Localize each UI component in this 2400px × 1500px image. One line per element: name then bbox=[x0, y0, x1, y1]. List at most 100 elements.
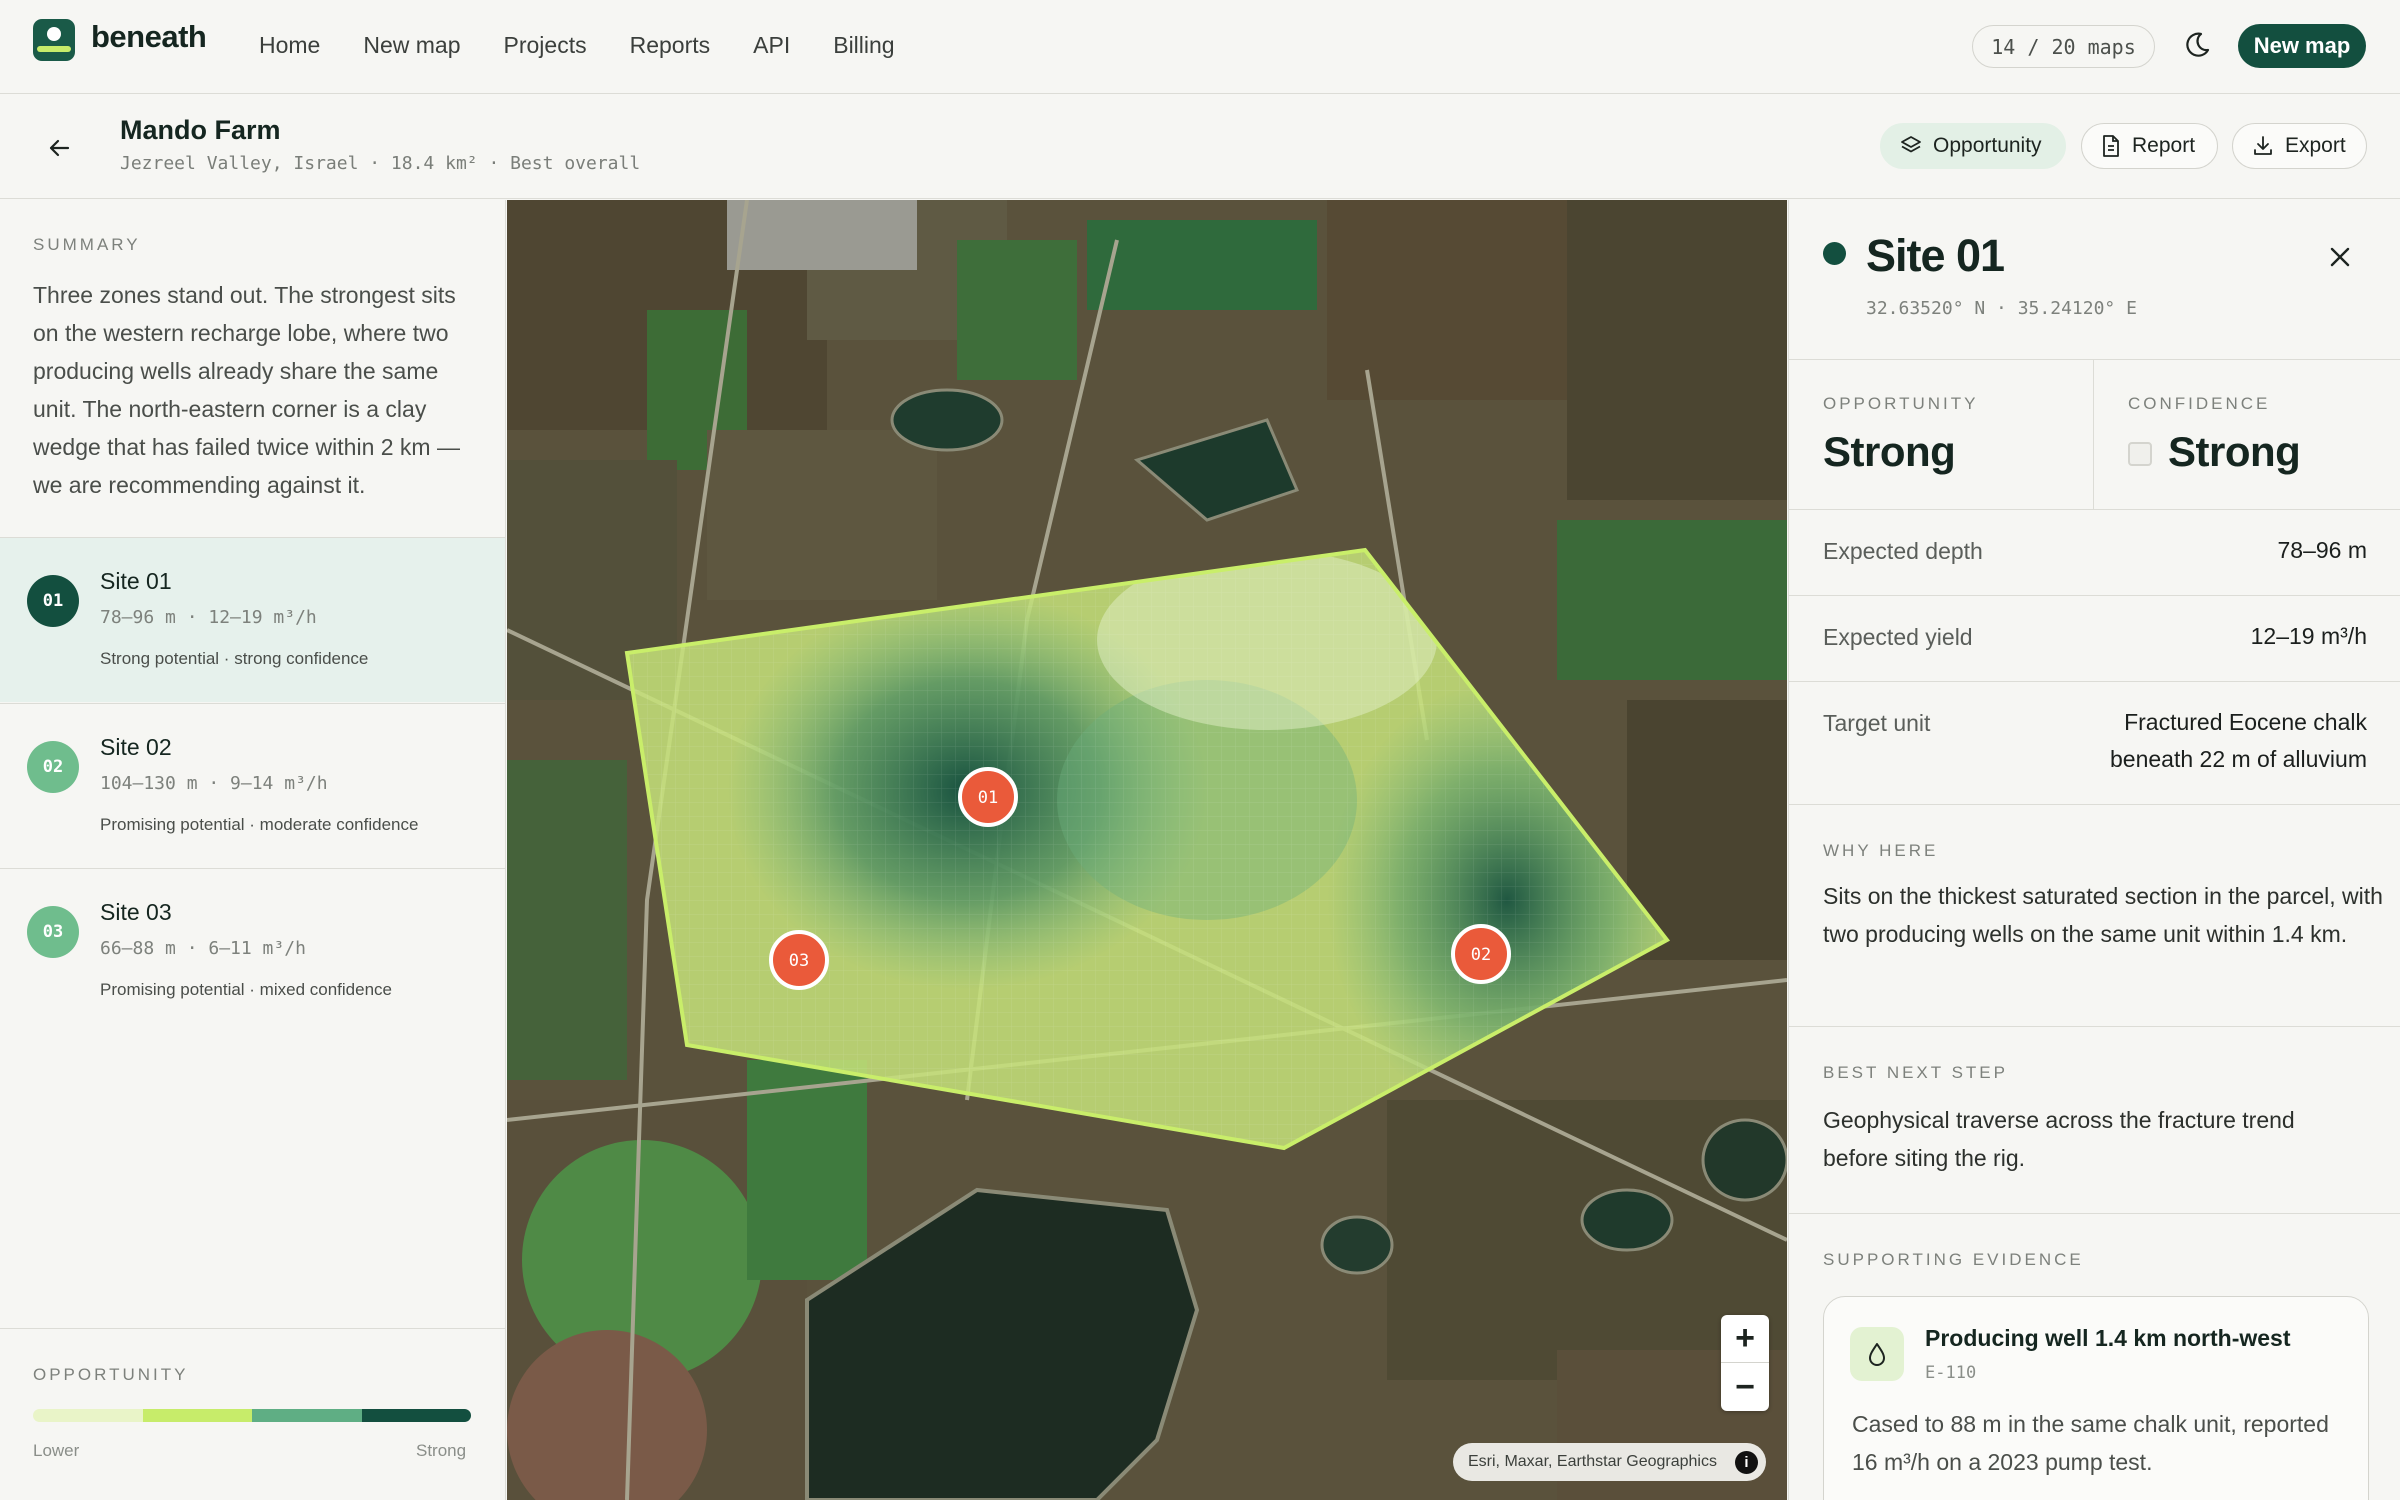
nav-link-reports[interactable]: Reports bbox=[630, 32, 711, 59]
nav-link-api[interactable]: API bbox=[753, 32, 790, 59]
attribution-text: Esri, Maxar, Earthstar Geographics bbox=[1468, 1453, 1717, 1470]
site-name: Site 02 bbox=[100, 734, 172, 760]
opportunity-rating: OPPORTUNITY Strong bbox=[1789, 360, 2094, 510]
svg-text:01: 01 bbox=[978, 788, 998, 808]
target-unit-line-2: beneath 22 m of alluvium bbox=[2110, 746, 2367, 772]
report-button[interactable]: Report bbox=[2081, 123, 2218, 169]
svg-text:03: 03 bbox=[789, 951, 809, 971]
map-attribution: Esri, Maxar, Earthstar Geographics i bbox=[1453, 1443, 1766, 1481]
site-status-dot bbox=[1823, 242, 1846, 265]
evidence-label: SUPPORTING EVIDENCE bbox=[1823, 1250, 2084, 1269]
satellite-map[interactable]: 01 02 03 + − Esri, Maxar, Earthstar Geog… bbox=[507, 200, 1787, 1500]
site-description: Promising potential · mixed confidence bbox=[100, 980, 392, 999]
site-marker-01[interactable]: 01 bbox=[958, 767, 1018, 827]
left-panel: SUMMARY Three zones stand out. The stron… bbox=[0, 200, 506, 1500]
why-here-text: Sits on the thickest saturated section i… bbox=[1823, 883, 2383, 947]
site-badge: 02 bbox=[27, 741, 79, 793]
zoom-in-button[interactable]: + bbox=[1721, 1315, 1769, 1363]
target-unit-label: Target unit bbox=[1823, 710, 1931, 736]
confidence-rating-value: Strong bbox=[2168, 428, 2301, 475]
expected-yield-label: Expected yield bbox=[1823, 624, 1973, 650]
site-metrics: 104–130 m · 9–14 m³/h bbox=[100, 773, 328, 794]
confidence-rating: CONFIDENCE Strong bbox=[2094, 360, 2400, 510]
industrial-buildings bbox=[727, 200, 917, 270]
legend-color-scale bbox=[33, 1409, 471, 1422]
evidence-card[interactable]: Producing well 1.4 km north-west E-110 C… bbox=[1823, 1296, 2369, 1500]
site-name: Site 03 bbox=[100, 899, 172, 925]
svg-text:02: 02 bbox=[1471, 945, 1491, 965]
expected-depth-value: 78–96 m bbox=[2277, 537, 2367, 563]
target-unit-value: Fractured Eocene chalk beneath 22 m of a… bbox=[2110, 704, 2367, 778]
close-icon[interactable] bbox=[2329, 246, 2351, 268]
nav-link-home[interactable]: Home bbox=[259, 32, 320, 59]
nav-link-billing[interactable]: Billing bbox=[833, 32, 894, 59]
opportunity-button-label: Opportunity bbox=[1933, 134, 2042, 157]
legend-swatch-2 bbox=[142, 1409, 252, 1422]
evidence-id: E-110 bbox=[1925, 1363, 1977, 1383]
back-arrow-icon[interactable] bbox=[44, 133, 74, 163]
project-title: Mando Farm bbox=[120, 115, 281, 145]
site-metrics: 66–88 m · 6–11 m³/h bbox=[100, 938, 306, 959]
nav-link-new-map[interactable]: New map bbox=[363, 32, 460, 59]
legend-swatch-3 bbox=[252, 1409, 362, 1422]
expected-depth-row: Expected depth 78–96 m bbox=[1789, 509, 2400, 595]
layers-icon bbox=[1901, 136, 1921, 153]
theme-toggle-moon-icon[interactable] bbox=[2182, 30, 2212, 60]
nav-links: Home New map Projects Reports API Billin… bbox=[259, 32, 895, 59]
export-button-label: Export bbox=[2285, 134, 2346, 157]
next-step-label: BEST NEXT STEP bbox=[1823, 1063, 2008, 1082]
site-description: Promising potential · moderate confidenc… bbox=[100, 815, 419, 834]
evidence-text: Cased to 88 m in the same chalk unit, re… bbox=[1852, 1411, 2329, 1475]
export-button[interactable]: Export bbox=[2232, 123, 2367, 169]
rating-row: OPPORTUNITY Strong CONFIDENCE Strong bbox=[1789, 359, 2400, 510]
site-name: Site 01 bbox=[100, 568, 172, 594]
beneath-logo-icon[interactable] bbox=[33, 19, 75, 61]
why-here-label: WHY HERE bbox=[1823, 841, 1939, 860]
site-coordinates: 32.63520° N · 35.24120° E bbox=[1866, 298, 2137, 319]
evidence-title: Producing well 1.4 km north-west bbox=[1925, 1325, 2291, 1351]
site-marker-02[interactable]: 02 bbox=[1451, 924, 1511, 984]
target-unit-row: Target unit Fractured Eocene chalk benea… bbox=[1789, 681, 2400, 804]
site-detail-title: Site 01 bbox=[1866, 230, 2005, 281]
why-here-section: WHY HERE Sits on the thickest saturated … bbox=[1789, 804, 2400, 1026]
map-quota-badge: 14 / 20 maps bbox=[1972, 25, 2155, 68]
zoom-controls: + − bbox=[1721, 1315, 1769, 1411]
water-drop-icon bbox=[1850, 1327, 1904, 1381]
opportunity-rating-value: Strong bbox=[1823, 428, 1956, 475]
nav-link-projects[interactable]: Projects bbox=[504, 32, 587, 59]
confidence-rating-label: CONFIDENCE bbox=[2128, 394, 2271, 413]
new-map-button[interactable]: New map bbox=[2238, 24, 2366, 68]
site-marker-03[interactable]: 03 bbox=[769, 930, 829, 990]
project-header: Mando Farm Jezreel Valley, Israel · 18.4… bbox=[0, 95, 2400, 199]
site-badge: 03 bbox=[27, 906, 79, 958]
summary-label: SUMMARY bbox=[33, 235, 141, 254]
document-icon bbox=[2103, 135, 2119, 157]
map-canvas[interactable]: 01 02 03 bbox=[507, 200, 1787, 1500]
opportunity-rating-label: OPPORTUNITY bbox=[1823, 394, 1979, 413]
top-nav: beneath Home New map Projects Reports AP… bbox=[0, 0, 2400, 94]
download-icon bbox=[2254, 136, 2272, 155]
expected-yield-row: Expected yield 12–19 m³/h bbox=[1789, 595, 2400, 681]
legend-swatch-1 bbox=[33, 1409, 143, 1422]
site-metrics: 78–96 m · 12–19 m³/h bbox=[100, 607, 317, 628]
info-icon[interactable]: i bbox=[1735, 1451, 1758, 1474]
expected-depth-label: Expected depth bbox=[1823, 538, 1983, 564]
legend-swatch-4 bbox=[361, 1409, 471, 1422]
site-list-item-03[interactable]: 03 Site 03 66–88 m · 6–11 m³/h Promising… bbox=[0, 868, 505, 1033]
next-step-text: Geophysical traverse across the fracture… bbox=[1823, 1107, 2295, 1171]
site-description: Strong potential · strong confidence bbox=[100, 649, 369, 668]
opportunity-layer-button[interactable]: Opportunity bbox=[1880, 123, 2066, 169]
brand-name[interactable]: beneath bbox=[91, 19, 207, 55]
next-step-section: BEST NEXT STEP Geophysical traverse acro… bbox=[1789, 1026, 2400, 1213]
opportunity-legend: OPPORTUNITY Lower Strong bbox=[0, 1328, 505, 1500]
zoom-out-button[interactable]: − bbox=[1721, 1363, 1769, 1411]
site-badge: 01 bbox=[27, 575, 79, 627]
summary-text: Three zones stand out. The strongest sit… bbox=[33, 282, 460, 498]
legend-label: OPPORTUNITY bbox=[33, 1365, 189, 1384]
project-meta: Jezreel Valley, Israel · 18.4 km² · Best… bbox=[120, 153, 641, 174]
confidence-swatch bbox=[2128, 442, 2152, 466]
site-list-item-02[interactable]: 02 Site 02 104–130 m · 9–14 m³/h Promisi… bbox=[0, 703, 505, 868]
legend-high-label: Strong bbox=[416, 1441, 467, 1460]
site-list-item-01[interactable]: 01 Site 01 78–96 m · 12–19 m³/h Strong p… bbox=[0, 537, 505, 702]
legend-low-label: Lower bbox=[33, 1441, 80, 1460]
